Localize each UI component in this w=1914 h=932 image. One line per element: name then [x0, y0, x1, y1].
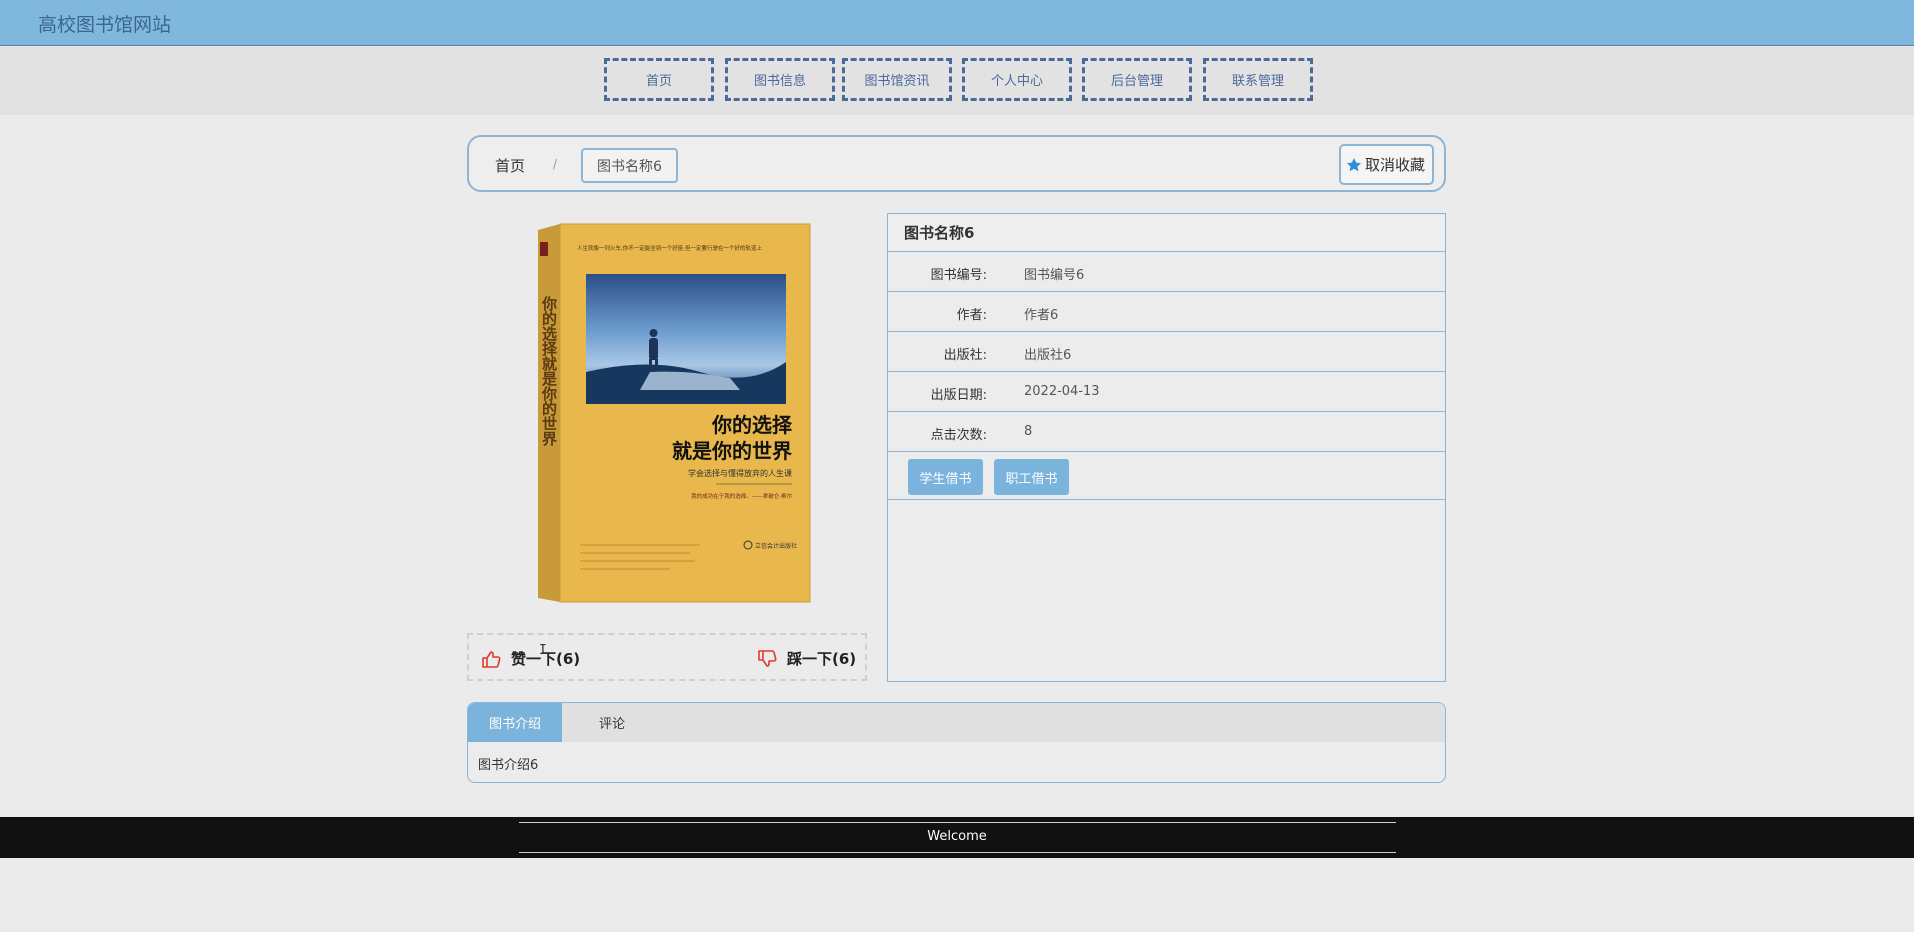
- cover-top-text: 人生就像一列火车,你不一定能坐到一个好座,但一定要行驶在一个好的轨道上: [577, 244, 762, 252]
- borrow-button-row: 学生借书 职工借书: [888, 452, 1445, 500]
- field-label: 点击次数:: [930, 428, 987, 443]
- book-cover-image: 你的选择就是你的世界 人生就像一列火车,你不一定能坐到一个好座,但一定要行驶在一…: [538, 223, 811, 603]
- text-cursor-icon: I: [539, 643, 547, 658]
- cover-side-title: 你的选择就是你的世界: [540, 295, 558, 447]
- breadcrumb-home-link[interactable]: 首页: [495, 155, 525, 176]
- nav-item-book-info[interactable]: 图书信息: [725, 58, 835, 101]
- field-label: 出版日期:: [930, 388, 987, 403]
- field-row-publisher: 出版社: 出版社6: [888, 332, 1445, 372]
- dislike-button[interactable]: 踩一下(6): [757, 648, 856, 669]
- tab-header: 图书介绍 评论: [468, 703, 1445, 742]
- field-value: 出版社6: [1024, 348, 1072, 363]
- vote-bar: 赞一下(6) 踩一下(6): [467, 633, 867, 681]
- footer-welcome: Welcome: [927, 829, 987, 844]
- nav-item-personal-center[interactable]: 个人中心: [962, 58, 1072, 101]
- footer: Welcome: [0, 817, 1914, 858]
- field-value: 作者6: [1024, 308, 1059, 323]
- nav-item-admin[interactable]: 后台管理: [1082, 58, 1192, 101]
- book-title: 图书名称6: [887, 213, 1446, 252]
- footer-divider-bottom: [519, 852, 1396, 853]
- tab-intro[interactable]: 图书介绍: [468, 703, 562, 742]
- nav-item-contact[interactable]: 联系管理: [1203, 58, 1313, 101]
- breadcrumb-separator: /: [553, 157, 558, 171]
- nav-item-library-news[interactable]: 图书馆资讯: [842, 58, 952, 101]
- field-row-author: 作者: 作者6: [888, 292, 1445, 332]
- unfavorite-button[interactable]: 取消收藏: [1338, 144, 1434, 185]
- field-row-click-count: 点击次数: 8: [888, 412, 1445, 452]
- unfavorite-label: 取消收藏: [1364, 156, 1425, 174]
- cover-publisher: 立信会计出版社: [755, 542, 797, 550]
- breadcrumb: 首页 / 图书名称6 取消收藏: [467, 135, 1446, 192]
- tab-comments[interactable]: 评论: [562, 703, 662, 742]
- field-value: 8: [1024, 424, 1033, 439]
- star-icon: [1346, 157, 1362, 171]
- staff-borrow-button[interactable]: 职工借书: [994, 459, 1069, 495]
- field-value: 2022-04-13: [1024, 384, 1100, 399]
- like-button[interactable]: 赞一下(6): [481, 648, 580, 669]
- breadcrumb-current: 图书名称6: [581, 148, 678, 183]
- nav-item-home[interactable]: 首页: [604, 58, 714, 101]
- cover-title-line2: 就是你的世界: [672, 439, 792, 463]
- thumbs-up-icon: [482, 650, 501, 668]
- book-detail-tabs: 图书介绍 评论 图书介绍6: [467, 702, 1446, 783]
- field-value: 图书编号6: [1024, 268, 1085, 283]
- field-row-book-id: 图书编号: 图书编号6: [888, 252, 1445, 292]
- header-bar: 高校图书馆网站: [0, 0, 1914, 46]
- footer-divider-top: [519, 822, 1396, 823]
- field-row-publish-date: 出版日期: 2022-04-13: [888, 372, 1445, 412]
- thumbs-down-icon: [758, 649, 777, 667]
- intro-content: 图书介绍6: [478, 758, 539, 773]
- student-borrow-button[interactable]: 学生借书: [908, 459, 983, 495]
- dislike-label: 踩一下(6): [787, 650, 857, 668]
- cover-subtitle: 学会选择与懂得放弃的人生课: [688, 468, 792, 478]
- book-info-panel: 图书名称6 图书编号: 图书编号6 作者: 作者6 出版社: 出版社6 出版日期…: [887, 213, 1446, 682]
- site-title[interactable]: 高校图书馆网站: [38, 10, 171, 37]
- field-label: 作者:: [956, 308, 987, 323]
- field-label: 图书编号:: [930, 268, 987, 283]
- cover-quote: 我的成功在于我的选择。——拿破仑·希尔: [691, 492, 792, 500]
- main-nav: 首页 图书信息 图书馆资讯 个人中心 后台管理 联系管理: [0, 47, 1914, 115]
- cover-title-line1: 你的选择: [711, 413, 793, 437]
- field-label: 出版社:: [943, 348, 987, 363]
